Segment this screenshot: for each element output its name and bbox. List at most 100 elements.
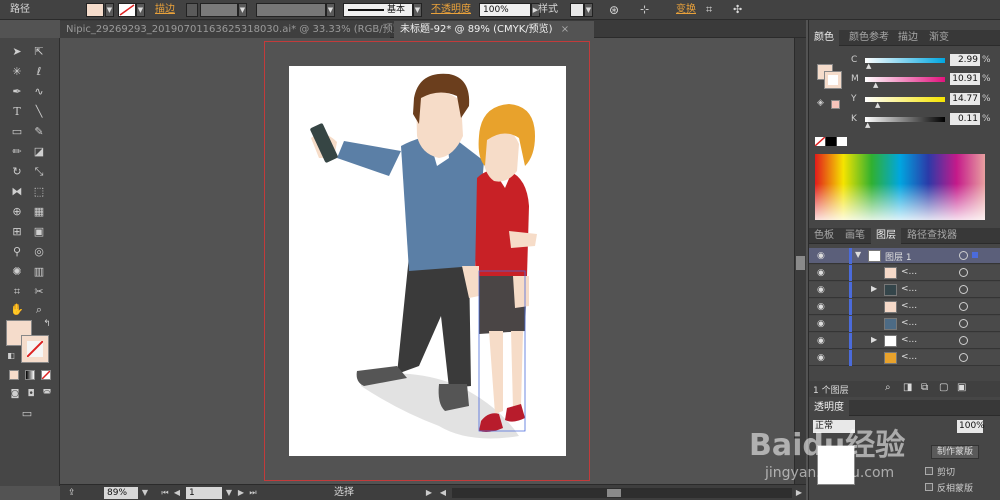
- hscroll-right-icon[interactable]: ▶: [794, 487, 804, 499]
- recolor-icon[interactable]: ⊛: [609, 2, 619, 18]
- out-of-gamut-swatch[interactable]: [831, 100, 840, 109]
- scroll-thumb[interactable]: [796, 256, 805, 270]
- align-icon[interactable]: ⊹: [640, 2, 649, 18]
- target-icon[interactable]: [959, 251, 968, 260]
- draw-inside-icon[interactable]: ◚: [38, 386, 56, 402]
- width-tool-icon[interactable]: ⧓: [8, 184, 26, 200]
- screen-mode-icon[interactable]: ▭: [18, 406, 36, 422]
- vertical-scrollbar[interactable]: [794, 38, 806, 484]
- target-icon[interactable]: [959, 319, 968, 328]
- tab-swatches[interactable]: 色板: [809, 228, 839, 244]
- locate-object-icon[interactable]: ⌕: [885, 382, 891, 393]
- pencil-icon[interactable]: ✏: [8, 144, 26, 160]
- zoom-dropdown[interactable]: ▼: [140, 487, 150, 499]
- profile-dropdown[interactable]: ▼: [326, 3, 335, 17]
- last-artboard-icon[interactable]: ⏭: [248, 487, 258, 499]
- perspective-icon[interactable]: ▦: [30, 204, 48, 220]
- variable-width-profile[interactable]: [256, 3, 326, 17]
- tab-stroke[interactable]: 描边: [893, 30, 923, 46]
- free-transform-icon[interactable]: ⬚: [30, 184, 48, 200]
- stroke-label[interactable]: 描边: [155, 2, 175, 18]
- tab-transparency[interactable]: 透明度: [809, 400, 849, 416]
- color-stroke-swatch[interactable]: [825, 72, 841, 88]
- next-artboard-icon[interactable]: ▶: [236, 487, 246, 499]
- shape-builder-icon[interactable]: ⊕: [8, 204, 26, 220]
- selection-tool-icon[interactable]: ➤: [8, 44, 26, 60]
- transform-label[interactable]: 变换: [676, 2, 696, 18]
- eye-icon[interactable]: ◉: [817, 319, 827, 329]
- fill-color-swatch[interactable]: [86, 3, 104, 17]
- pen-tool-icon[interactable]: ✒: [8, 84, 26, 100]
- mesh-icon[interactable]: ⊞: [8, 224, 26, 240]
- magic-wand-icon[interactable]: ✳: [8, 64, 26, 80]
- tab-gradient[interactable]: 渐变: [924, 30, 954, 46]
- isolate-icon[interactable]: ⌗: [706, 2, 712, 18]
- tab-color[interactable]: 颜色: [809, 30, 839, 46]
- tab-pathfinder[interactable]: 路径查找器: [902, 228, 962, 244]
- sublayer-row[interactable]: ◉ <...: [809, 350, 1000, 366]
- color-mode-icon[interactable]: [9, 370, 19, 380]
- rotate-icon[interactable]: ↻: [8, 164, 26, 180]
- none-color-swatch[interactable]: [815, 137, 825, 146]
- export-icon[interactable]: ⇪: [68, 486, 76, 500]
- opacity-field[interactable]: 100%: [479, 3, 531, 17]
- sublayer-row[interactable]: ◉ <...: [809, 299, 1000, 315]
- transparency-opacity-field[interactable]: 100%: [957, 420, 985, 433]
- eraser-icon[interactable]: ◪: [30, 144, 48, 160]
- brush-definition[interactable]: 基本: [343, 3, 413, 17]
- swap-colors-icon[interactable]: ↰: [38, 316, 56, 332]
- eye-icon[interactable]: ◉: [817, 285, 827, 295]
- trash-icon[interactable]: ▣: [957, 382, 966, 393]
- artboard-dropdown[interactable]: ▼: [224, 487, 234, 499]
- eye-icon[interactable]: ◉: [817, 302, 827, 312]
- fill-dropdown[interactable]: ▼: [105, 3, 114, 17]
- white-swatch[interactable]: [837, 137, 847, 146]
- brush-dropdown[interactable]: ▼: [413, 3, 422, 17]
- stroke-swatch[interactable]: [22, 336, 48, 362]
- gradient-mode-icon[interactable]: [25, 370, 35, 380]
- graph-icon[interactable]: ▥: [30, 264, 48, 280]
- eye-icon[interactable]: ◉: [817, 268, 827, 278]
- artboard-field[interactable]: 1: [186, 487, 222, 499]
- eye-icon[interactable]: ◉: [817, 251, 827, 261]
- target-icon[interactable]: [959, 336, 968, 345]
- type-tool-icon[interactable]: T: [8, 104, 26, 120]
- tab-document-1[interactable]: Nipic_29269293_20190701163625318030.ai* …: [60, 21, 423, 38]
- stroke-dropdown[interactable]: ▼: [136, 3, 145, 17]
- lasso-icon[interactable]: ℓ: [30, 64, 48, 80]
- direct-selection-icon[interactable]: ⇱: [30, 44, 48, 60]
- none-mode-icon[interactable]: [41, 370, 51, 380]
- layer-row-main[interactable]: ◉ ▼ 图层 1: [809, 248, 1000, 264]
- target-icon[interactable]: [959, 353, 968, 362]
- eye-icon[interactable]: ◉: [817, 353, 827, 363]
- target-icon[interactable]: [959, 285, 968, 294]
- paintbrush-icon[interactable]: ✎: [30, 124, 48, 140]
- tab-brushes[interactable]: 画笔: [840, 228, 870, 244]
- clipping-mask-icon[interactable]: ◨: [903, 382, 912, 393]
- stroke-weight-field[interactable]: [200, 3, 238, 17]
- stroke-color-swatch[interactable]: [118, 3, 136, 17]
- sublayer-row[interactable]: ◉ <...: [809, 265, 1000, 281]
- opacity-label[interactable]: 不透明度: [431, 2, 471, 18]
- target-icon[interactable]: [959, 268, 968, 277]
- hscroll-left-icon[interactable]: ◀: [438, 487, 448, 499]
- panel-menu-icon[interactable]: ✣: [733, 2, 742, 18]
- sublayer-row[interactable]: ◉ ▶ <...: [809, 333, 1000, 349]
- hscroll-thumb[interactable]: [607, 489, 621, 497]
- status-menu-icon[interactable]: ▶: [424, 487, 434, 499]
- artboard-icon[interactable]: ⌗: [8, 284, 26, 300]
- close-icon[interactable]: ×: [561, 24, 569, 35]
- stroke-weight-stepper[interactable]: [186, 3, 198, 17]
- hand-icon[interactable]: ✋: [8, 302, 26, 318]
- color-spectrum[interactable]: [815, 154, 985, 220]
- prev-artboard-icon[interactable]: ◀: [172, 487, 182, 499]
- target-icon[interactable]: [959, 302, 968, 311]
- symbol-sprayer-icon[interactable]: ✺: [8, 264, 26, 280]
- tab-layers[interactable]: 图层: [871, 228, 901, 244]
- line-tool-icon[interactable]: ╲: [30, 104, 48, 120]
- gradient-icon[interactable]: ▣: [30, 224, 48, 240]
- default-colors-icon[interactable]: ◧: [2, 348, 20, 364]
- rectangle-tool-icon[interactable]: ▭: [8, 124, 26, 140]
- chevron-right-icon[interactable]: ▶: [871, 284, 877, 293]
- blend-icon[interactable]: ◎: [30, 244, 48, 260]
